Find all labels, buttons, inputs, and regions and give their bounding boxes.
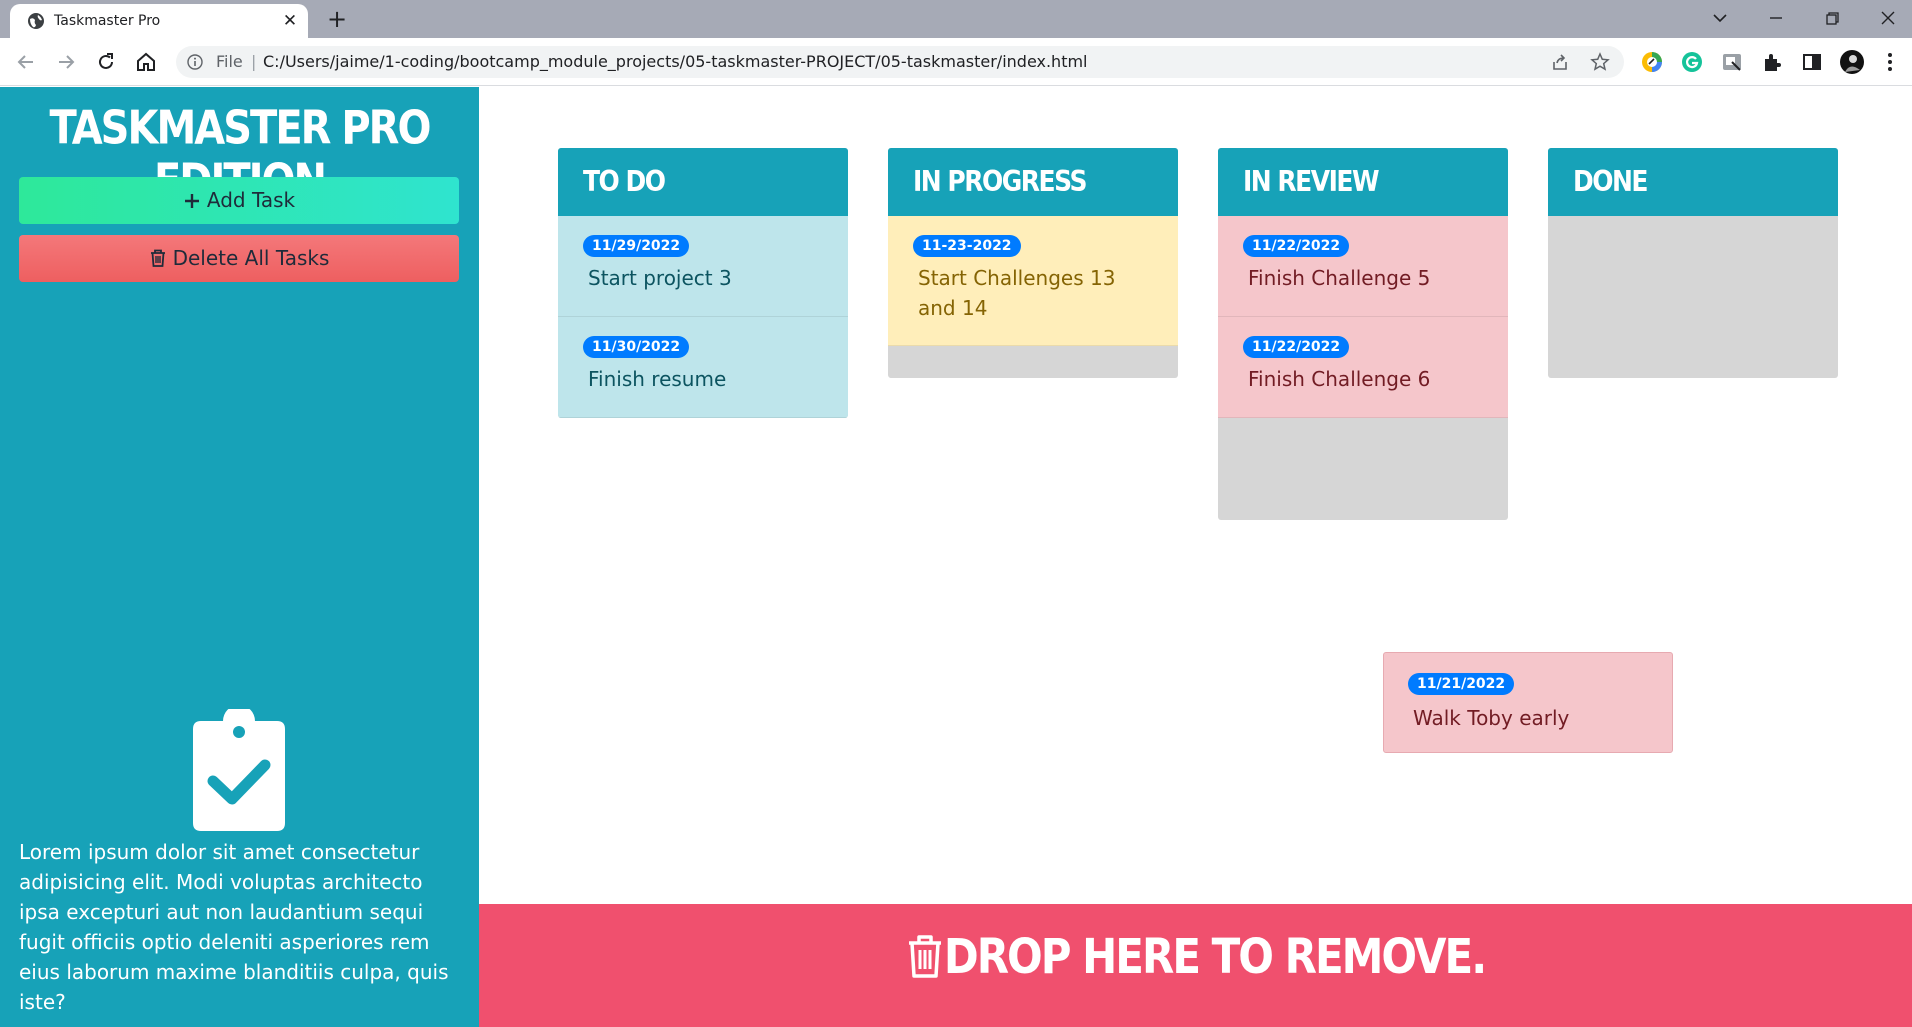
delete-all-label: Delete All Tasks (172, 246, 330, 270)
window-close-icon[interactable] (1874, 6, 1902, 30)
close-icon[interactable]: ✕ (280, 11, 300, 31)
browser-toolbar: File | C:/Users/jaime/1-coding/bootcamp_… (0, 38, 1912, 86)
task-card[interactable]: 11/22/2022 Finish Challenge 6 (1218, 317, 1508, 418)
reload-icon[interactable] (94, 50, 118, 74)
address-bar[interactable]: File | C:/Users/jaime/1-coding/bootcamp_… (176, 46, 1624, 78)
chevron-down-icon[interactable] (1706, 6, 1734, 30)
bookmark-star-icon[interactable] (1590, 52, 1610, 72)
restore-icon[interactable] (1818, 6, 1846, 30)
task-text[interactable]: Walk Toby early (1413, 703, 1569, 733)
delete-all-tasks-button[interactable]: Delete All Tasks (19, 235, 459, 282)
column-in-progress[interactable]: IN PROGRESS 11-23-2022 Start Challenges … (888, 148, 1178, 378)
trash-drop-zone[interactable]: DROP HERE TO REMOVE. (479, 904, 1912, 1027)
add-task-button[interactable]: Add Task (19, 177, 459, 224)
due-date-badge[interactable]: 11/21/2022 (1408, 673, 1515, 695)
trash-icon (908, 935, 941, 978)
due-date-badge[interactable]: 11-23-2022 (913, 235, 1021, 257)
task-card[interactable]: 11-23-2022 Start Challenges 13 and 14 (888, 216, 1178, 346)
new-tab-button[interactable]: + (324, 6, 350, 32)
back-arrow-icon[interactable] (14, 50, 38, 74)
column-title: IN REVIEW (1218, 148, 1508, 216)
minimize-icon[interactable] (1762, 6, 1790, 30)
home-icon[interactable] (134, 50, 158, 74)
browser-tab[interactable]: Taskmaster Pro ✕ (10, 4, 308, 38)
scheme-label: File (216, 52, 243, 71)
profile-avatar-icon[interactable] (1840, 50, 1864, 74)
clipboard-check-icon (193, 709, 285, 831)
column-todo[interactable]: TO DO 11/29/2022 Start project 3 11/30/2… (558, 148, 848, 418)
browser-tab-bar: Taskmaster Pro ✕ + (0, 0, 1912, 38)
scheme-separator: | (251, 52, 257, 71)
due-date-badge[interactable]: 11/22/2022 (1243, 336, 1350, 358)
tab-title: Taskmaster Pro (54, 13, 161, 29)
sidebar: TASKMASTER PRO EDITION Add Task Delete A… (0, 87, 479, 1027)
column-title: DONE (1548, 148, 1838, 216)
side-panel-icon[interactable] (1800, 50, 1824, 74)
more-menu-icon[interactable] (1878, 50, 1902, 74)
share-icon[interactable] (1550, 52, 1570, 72)
sidebar-description: Lorem ipsum dolor sit amet consectetur a… (19, 840, 449, 1014)
column-title: TO DO (558, 148, 848, 216)
task-card[interactable]: 11/30/2022 Finish resume (558, 317, 848, 418)
add-task-label: Add Task (206, 188, 296, 212)
grammarly-icon[interactable] (1680, 50, 1704, 74)
color-picker-extension-icon[interactable] (1640, 50, 1664, 74)
plus-icon (184, 194, 199, 208)
drop-zone-label: DROP HERE TO REMOVE. (479, 928, 1912, 985)
task-card[interactable]: 11/29/2022 Start project 3 (558, 216, 848, 317)
column-in-review[interactable]: IN REVIEW 11/22/2022 Finish Challenge 5 … (1218, 148, 1508, 520)
trash-icon (150, 249, 165, 267)
url-text[interactable]: C:/Users/jaime/1-coding/bootcamp_module_… (263, 52, 1088, 71)
due-date-badge[interactable]: 11/22/2022 (1243, 235, 1350, 257)
column-title: IN PROGRESS (888, 148, 1178, 216)
dragging-task-card[interactable]: 11/21/2022 Walk Toby early (1383, 652, 1673, 753)
screenshot-extension-icon[interactable] (1720, 50, 1744, 74)
task-card[interactable]: 11/22/2022 Finish Challenge 5 (1218, 216, 1508, 317)
due-date-badge[interactable]: 11/29/2022 (583, 235, 690, 257)
globe-icon (28, 13, 44, 29)
extensions-puzzle-icon[interactable] (1760, 50, 1784, 74)
column-done[interactable]: DONE (1548, 148, 1838, 378)
info-icon[interactable] (187, 54, 203, 70)
due-date-badge[interactable]: 11/30/2022 (583, 336, 690, 358)
forward-arrow-icon[interactable] (54, 50, 78, 74)
